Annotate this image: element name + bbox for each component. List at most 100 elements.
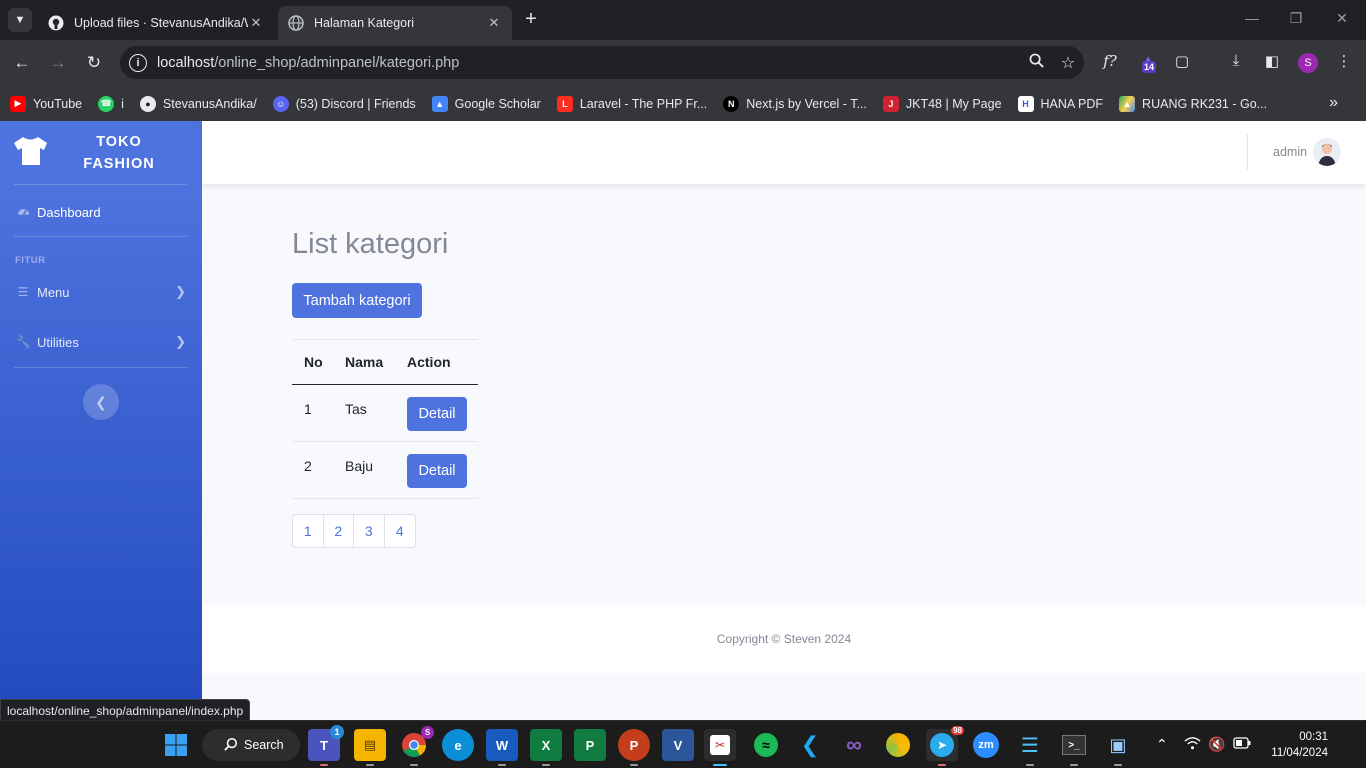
tab-upload-files[interactable]: Upload files · StevanusAndika/W ✕ xyxy=(38,6,274,40)
browser-tab-bar: ▼ Upload files · StevanusAndika/W ✕ Hala… xyxy=(0,0,1366,40)
teams-app[interactable]: T1 xyxy=(308,725,344,766)
tray-chevron-up-icon[interactable]: ⌃ xyxy=(1156,736,1168,753)
cell-no: 2 xyxy=(292,441,333,499)
browser-toolbar: ← → ↻ i localhost/online_shop/adminpanel… xyxy=(0,40,1366,86)
zoom-icon[interactable] xyxy=(1020,53,1052,73)
snipping-tool-app[interactable]: ✂ xyxy=(704,729,736,766)
bookmark-jkt48[interactable]: J JKT48 | My Page xyxy=(882,95,1002,112)
more-bookmarks-icon[interactable]: » xyxy=(1329,94,1338,112)
battery-icon[interactable] xyxy=(1233,736,1251,752)
edge-app[interactable]: e xyxy=(442,729,474,761)
chrome-canary-app[interactable] xyxy=(882,729,914,761)
whatsapp-icon: ☎ xyxy=(98,95,115,112)
remote-desktop-app[interactable]: ▣ xyxy=(1102,729,1134,766)
scholar-icon: ▲ xyxy=(431,95,448,112)
file-explorer-app[interactable]: ▤ xyxy=(354,729,386,766)
bookmark-google-scholar[interactable]: ▲ Google Scholar xyxy=(431,95,541,112)
zoom-app[interactable]: zm xyxy=(970,729,1002,761)
cell-no: 1 xyxy=(292,384,333,442)
sidebar-item-utilities[interactable]: 🔧 Utilities ❯ xyxy=(0,330,202,354)
sidebar-divider xyxy=(14,236,187,237)
bookmark-hana-pdf[interactable]: H HANA PDF xyxy=(1017,95,1103,112)
bars-icon: ☰ xyxy=(17,285,29,299)
wifi-icon[interactable] xyxy=(1184,736,1201,753)
sidebar-item-menu[interactable]: ☰ Menu ❯ xyxy=(0,280,202,304)
download-icon[interactable]: ⤓ xyxy=(1224,52,1248,69)
windows-icon xyxy=(165,734,187,756)
spotify-app[interactable]: ≈ xyxy=(750,729,782,761)
start-button[interactable] xyxy=(160,729,192,761)
visual-studio-app[interactable]: ∞ xyxy=(838,729,870,761)
word-app[interactable]: W xyxy=(486,729,518,766)
sidebar-item-dashboard[interactable]: Dashboard xyxy=(0,200,202,224)
powerpoint-app[interactable]: P xyxy=(618,729,650,766)
system-clock[interactable]: 00:31 11/04/2024 xyxy=(1258,729,1328,761)
close-tab-icon[interactable]: ✕ xyxy=(486,15,502,31)
formula-extension-icon[interactable]: f? xyxy=(1098,52,1122,70)
chrome-app[interactable]: S xyxy=(398,726,434,766)
bookmark-google-drive[interactable]: ▲ RUANG RK231 - Go... xyxy=(1119,95,1267,112)
bookmark-nextjs[interactable]: N Next.js by Vercel - T... xyxy=(723,95,867,112)
profile-avatar[interactable]: S xyxy=(1298,53,1318,73)
cell-action: Detail xyxy=(395,384,478,442)
page-link-3[interactable]: 3 xyxy=(354,515,385,547)
notepad-app[interactable]: ☰ xyxy=(1014,729,1046,766)
vscode-app[interactable]: ❮ xyxy=(794,729,826,761)
back-icon[interactable]: ← xyxy=(10,52,34,74)
github-icon xyxy=(48,15,64,31)
add-category-button[interactable]: Tambah kategori xyxy=(292,283,422,318)
minimize-icon[interactable]: — xyxy=(1242,10,1262,26)
site-info-icon[interactable]: i xyxy=(129,53,147,72)
column-header-nama: Nama xyxy=(333,339,395,385)
telegram-app[interactable]: ➤ 98 xyxy=(926,726,964,766)
chevron-right-icon: ❯ xyxy=(175,284,186,299)
page-link-1[interactable]: 1 xyxy=(293,515,324,547)
tshirt-icon xyxy=(12,135,48,172)
taskbar-search[interactable]: Search xyxy=(202,729,300,761)
column-header-action: Action xyxy=(395,339,478,385)
excel-app[interactable]: X xyxy=(530,729,562,766)
bookmark-whatsapp[interactable]: ☎ i xyxy=(98,95,124,112)
url-text[interactable]: localhost/online_shop/adminpanel/kategor… xyxy=(157,55,1020,71)
sidebar-toggle-button[interactable]: ❮ xyxy=(83,384,119,420)
project-app[interactable]: P xyxy=(574,729,606,761)
bookmark-discord[interactable]: ☺ (53) Discord | Friends xyxy=(272,95,416,112)
github-icon: ● xyxy=(139,95,156,112)
more-menu-icon[interactable]: ⋮ xyxy=(1332,52,1356,70)
address-bar[interactable]: i localhost/online_shop/adminpanel/kateg… xyxy=(120,46,1084,79)
copyright-text: Copyright © Steven 2024 xyxy=(716,632,852,646)
terminal-app[interactable]: >_ xyxy=(1058,729,1090,766)
bookmark-github[interactable]: ● StevanusAndika/ xyxy=(139,95,257,112)
restore-icon[interactable]: ❐ xyxy=(1286,10,1306,27)
speaker-muted-icon[interactable]: 🔇 xyxy=(1208,736,1225,753)
page-link-2[interactable]: 2 xyxy=(324,515,354,547)
close-tab-icon[interactable]: ✕ xyxy=(248,15,264,31)
username[interactable]: admin xyxy=(1273,145,1307,159)
reload-icon[interactable]: ↻ xyxy=(82,52,106,74)
brand-line-2: FASHION xyxy=(83,156,155,172)
page-title: List kategori xyxy=(292,228,449,260)
bookmark-laravel[interactable]: L Laravel - The PHP Fr... xyxy=(556,95,707,112)
brand[interactable]: TOKO FASHION xyxy=(0,121,202,185)
bookmark-youtube[interactable]: ▶ YouTube xyxy=(10,95,82,112)
youtube-icon: ▶ xyxy=(10,95,26,112)
user-avatar[interactable] xyxy=(1313,138,1341,166)
detail-button[interactable]: Detail xyxy=(407,454,467,488)
tab-title: Upload files · StevanusAndika/W xyxy=(74,16,248,30)
page-link-4[interactable]: 4 xyxy=(385,515,416,547)
new-tab-button[interactable]: + xyxy=(520,8,542,32)
sidebar-item-label: Dashboard xyxy=(37,204,101,220)
extensions-puzzle-icon[interactable]: ▢ xyxy=(1170,52,1194,70)
close-window-icon[interactable]: ✕ xyxy=(1332,10,1352,27)
side-panel-icon[interactable]: ◧ xyxy=(1260,52,1284,70)
forward-icon[interactable]: → xyxy=(46,52,70,74)
page-content: TOKO FASHION Dashboard FITUR ☰ Menu ❯ 🔧 … xyxy=(0,121,1366,720)
bookmark-star-icon[interactable]: ☆ xyxy=(1052,53,1084,73)
tab-halaman-kategori[interactable]: Halaman Kategori ✕ xyxy=(278,6,512,40)
detail-button[interactable]: Detail xyxy=(407,397,467,431)
tab-search-button[interactable]: ▼ xyxy=(8,8,32,32)
sidebar-heading: FITUR xyxy=(15,255,46,266)
table-header-row: No Nama Action xyxy=(292,339,478,385)
visio-app[interactable]: V xyxy=(662,729,694,761)
sidebar-divider xyxy=(14,184,187,185)
